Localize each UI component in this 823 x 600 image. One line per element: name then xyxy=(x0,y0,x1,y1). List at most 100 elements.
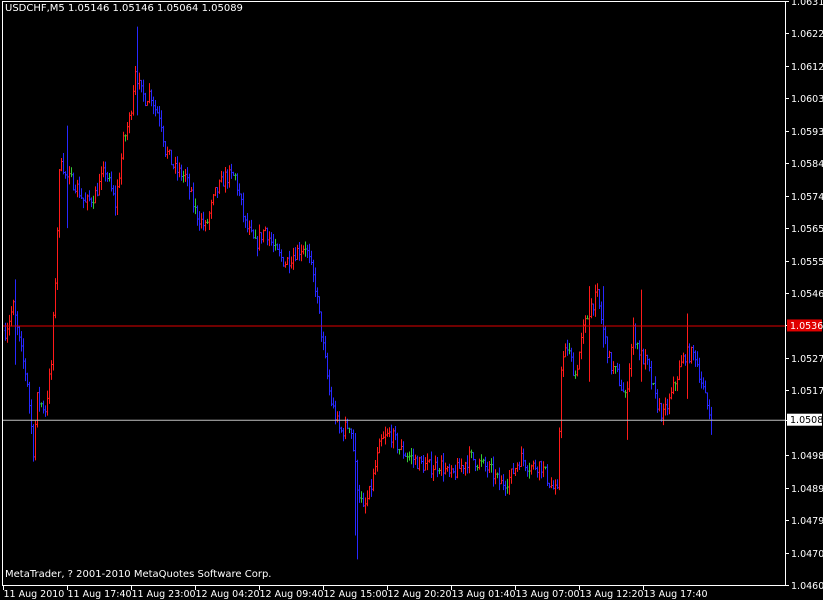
ohlc-bar xyxy=(684,354,687,366)
ohlc-bar xyxy=(700,371,703,389)
ohlc-bar xyxy=(580,332,583,360)
y-tick-label: 1.05935 xyxy=(791,127,823,138)
ohlc-bar xyxy=(638,340,641,361)
ohlc-bar xyxy=(28,381,31,414)
ohlc-bar xyxy=(334,400,337,425)
ohlc-bar xyxy=(130,110,133,120)
ohlc-bar xyxy=(698,357,701,383)
ohlc-bar xyxy=(466,455,469,474)
ohlc-bar xyxy=(140,79,143,93)
ohlc-bar xyxy=(256,236,259,257)
ohlc-bar xyxy=(156,106,159,114)
ohlc-bar xyxy=(286,256,289,266)
ohlc-bar xyxy=(418,456,421,471)
ohlc-bar xyxy=(656,389,659,413)
ohlc-bar xyxy=(454,464,457,481)
ohlc-bar xyxy=(268,231,271,247)
ohlc-bar xyxy=(278,243,281,257)
ohlc-bar xyxy=(688,343,691,364)
ohlc-bar xyxy=(360,491,363,503)
ohlc-bar xyxy=(206,218,209,224)
ohlc-bar xyxy=(188,173,191,200)
ohlc-bar xyxy=(590,298,593,319)
ohlc-bar xyxy=(218,179,221,194)
ohlc-bar xyxy=(566,339,569,356)
ohlc-bar xyxy=(536,466,539,478)
ohlc-bar xyxy=(154,99,157,117)
ohlc-bar xyxy=(606,336,609,364)
ohlc-bar xyxy=(592,303,595,316)
ohlc-bar xyxy=(504,480,507,496)
ohlc-bar xyxy=(584,315,587,333)
ohlc-bar xyxy=(506,478,509,494)
ohlc-bar xyxy=(644,349,647,370)
ohlc-bar xyxy=(608,350,611,359)
ohlc-bar xyxy=(600,301,603,324)
ohlc-bar xyxy=(92,195,95,209)
ohlc-bar xyxy=(76,179,79,198)
ohlc-bar xyxy=(528,462,531,479)
ohlc-bar xyxy=(100,166,103,190)
ohlc-bar xyxy=(676,376,679,392)
ohlc-bar xyxy=(512,462,515,475)
x-tick-label: 13 Aug 17:40 xyxy=(644,589,708,600)
ohlc-bar xyxy=(98,173,101,196)
ohlc-bar xyxy=(382,431,385,440)
ohlc-bar xyxy=(460,458,463,473)
ohlc-bar xyxy=(598,289,601,310)
ohlc-bar xyxy=(490,458,493,473)
ohlc-bar xyxy=(620,379,623,391)
ohlc-bar xyxy=(66,125,69,229)
ohlc-chart: 1.06315 1.06220 1.06125 1.06030 1.05935 1.058… xyxy=(2,0,823,600)
ohlc-bar xyxy=(604,326,607,345)
y-tick-label: 1.04700 xyxy=(791,549,823,560)
ohlc-bar xyxy=(34,420,37,461)
ohlc-bar xyxy=(458,458,461,470)
chart-area[interactable]: 1.06315 1.06220 1.06125 1.06030 1.05935 1.058… xyxy=(0,0,823,600)
ohlc-bar xyxy=(586,315,589,320)
ohlc-bar xyxy=(370,479,373,497)
ohlc-bar xyxy=(282,256,285,267)
ohlc-bar xyxy=(550,477,553,489)
y-tick-label: 1.06220 xyxy=(791,29,823,40)
ohlc-bar xyxy=(310,250,313,265)
ohlc-bar xyxy=(448,463,451,477)
ohlc-bar xyxy=(680,355,683,368)
ohlc-bar xyxy=(394,425,397,441)
ohlc-bar xyxy=(288,250,291,274)
ohlc-bar xyxy=(622,382,625,393)
y-tick-label: 1.06125 xyxy=(791,62,823,73)
ohlc-bar xyxy=(114,185,117,216)
ohlc-bar xyxy=(400,439,403,451)
ohlc-bar xyxy=(666,398,669,416)
ohlc-bar xyxy=(634,323,637,349)
ohlc-bar xyxy=(326,352,329,380)
ohlc-bar xyxy=(362,492,365,507)
ohlc-bar xyxy=(152,96,155,115)
ohlc-bar xyxy=(410,448,413,465)
ohlc-bar xyxy=(54,278,57,319)
ohlc-bar xyxy=(272,234,275,253)
ohlc-bar xyxy=(322,331,325,351)
y-tick-label: 1.05840 xyxy=(791,159,823,170)
ohlc-bar xyxy=(364,497,367,514)
ohlc-bar xyxy=(640,289,643,382)
ohlc-bar xyxy=(612,361,615,375)
ohlc-bar xyxy=(468,446,471,474)
ohlc-bar xyxy=(402,441,405,459)
ohlc-bar xyxy=(502,474,505,491)
ohlc-bar xyxy=(30,399,33,434)
ohlc-bar xyxy=(284,261,287,268)
ohlc-bar xyxy=(648,358,651,372)
ohlc-bar xyxy=(610,351,613,375)
ohlc-bar xyxy=(672,376,675,395)
ohlc-bar xyxy=(354,433,357,536)
ohlc-bar xyxy=(262,229,265,243)
ohlc-bar xyxy=(450,465,453,478)
ohlc-bar xyxy=(4,322,7,341)
ohlc-bar xyxy=(694,350,697,367)
ohlc-bar xyxy=(208,211,211,230)
ohlc-bar xyxy=(376,446,379,472)
y-tick-label: 1.04890 xyxy=(791,484,823,495)
ohlc-bar xyxy=(532,460,535,470)
